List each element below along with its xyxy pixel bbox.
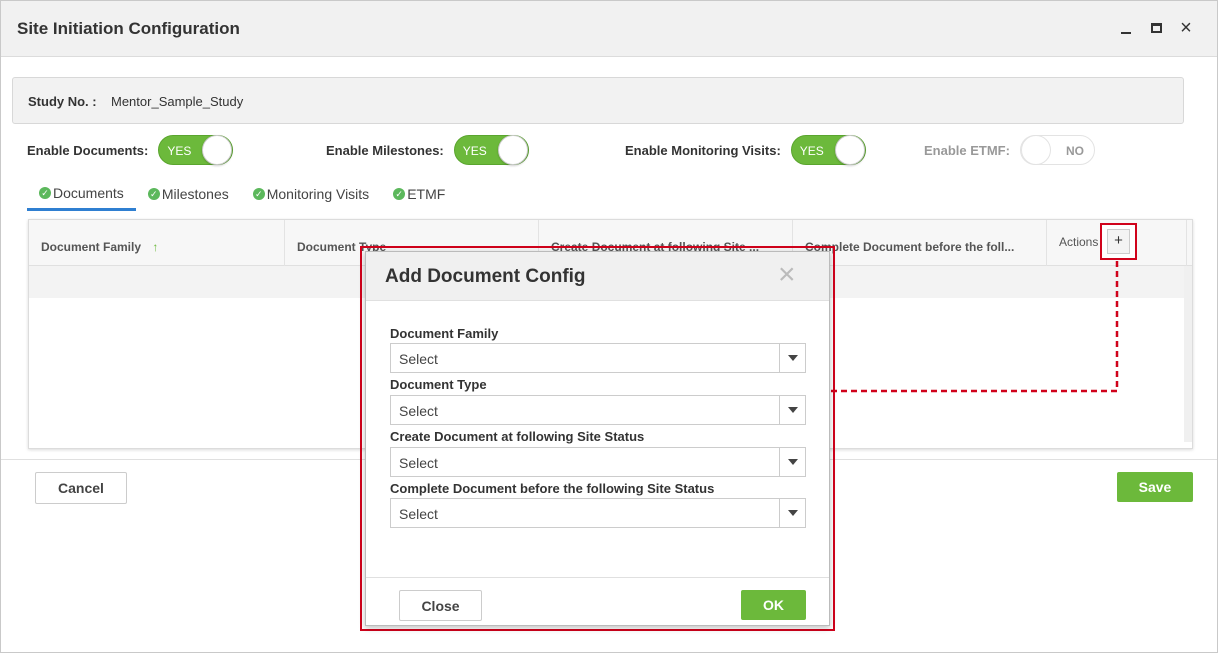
- title-bar: Site Initiation Configuration ×: [1, 1, 1217, 57]
- document-family-label: Document Family: [390, 326, 499, 341]
- dialog-footer-divider: [366, 577, 829, 578]
- complete-site-status-label: Complete Document before the following S…: [390, 481, 715, 496]
- enable-monitoring-visits-group: Enable Monitoring Visits: YES: [625, 135, 866, 165]
- tab-etmf[interactable]: ✓ ETMF: [381, 177, 457, 211]
- toggle-knob: [202, 135, 233, 165]
- vertical-scrollbar[interactable]: [1184, 266, 1192, 442]
- tab-documents[interactable]: ✓ Documents: [27, 177, 136, 211]
- enable-documents-group: Enable Documents: YES: [27, 135, 234, 165]
- minimize-button[interactable]: [1113, 15, 1139, 41]
- complete-site-status-select[interactable]: Select: [390, 498, 806, 528]
- check-circle-icon: ✓: [252, 188, 265, 200]
- dialog-close-button[interactable]: Close: [399, 590, 482, 621]
- enable-etmf-group: Enable ETMF: NO: [924, 135, 1095, 165]
- document-family-select[interactable]: Select: [390, 343, 806, 373]
- study-label: Study No. :: [28, 94, 97, 109]
- enable-etmf-label: Enable ETMF:: [924, 142, 1010, 158]
- document-type-label: Document Type: [390, 377, 487, 392]
- maximize-icon: [1150, 23, 1162, 33]
- study-info-panel: Study No. : Mentor_Sample_Study: [12, 77, 1184, 124]
- close-icon: ×: [1180, 17, 1192, 39]
- dropdown-arrow: [779, 396, 805, 424]
- toggle-state: NO: [1065, 144, 1084, 158]
- tab-label: ETMF: [407, 186, 446, 202]
- toggle-state: YES: [167, 144, 192, 158]
- toggle-state: YES: [462, 144, 487, 158]
- site-initiation-window: Site Initiation Configuration × Study No…: [0, 0, 1218, 653]
- tab-label: Monitoring Visits: [266, 186, 370, 202]
- check-circle-icon: ✓: [393, 188, 406, 200]
- tab-milestones[interactable]: ✓ Milestones: [136, 177, 241, 211]
- dialog-title: Add Document Config: [385, 266, 586, 287]
- enable-documents-toggle[interactable]: YES: [158, 135, 234, 165]
- close-icon[interactable]: ×: [778, 260, 796, 290]
- chevron-down-icon: [787, 355, 798, 361]
- window-title: Site Initiation Configuration: [17, 19, 240, 38]
- tab-monitoring-visits[interactable]: ✓ Monitoring Visits: [241, 177, 381, 211]
- tab-label: Documents: [53, 184, 124, 201]
- create-site-status-label: Create Document at following Site Status: [390, 429, 645, 444]
- add-document-button-highlight: +: [1100, 223, 1137, 260]
- enable-monitoring-visits-toggle[interactable]: YES: [790, 135, 866, 165]
- cancel-button[interactable]: Cancel: [35, 472, 127, 504]
- dialog-ok-button[interactable]: OK: [741, 590, 806, 620]
- close-window-button[interactable]: ×: [1173, 15, 1199, 41]
- enable-etmf-toggle[interactable]: NO: [1019, 135, 1095, 165]
- enable-milestones-label: Enable Milestones:: [326, 142, 444, 158]
- enable-milestones-group: Enable Milestones: YES: [326, 135, 529, 165]
- document-type-select[interactable]: Select: [390, 395, 806, 425]
- column-header-document-family[interactable]: Document Family ↑: [29, 220, 285, 266]
- enable-documents-label: Enable Documents:: [27, 142, 149, 158]
- check-circle-icon: ✓: [39, 186, 51, 199]
- column-label: Actions: [1059, 235, 1099, 249]
- toggle-knob: [1020, 135, 1051, 165]
- dropdown-arrow: [779, 344, 805, 372]
- select-value: Select: [399, 455, 438, 471]
- chevron-down-icon: [787, 407, 798, 413]
- select-value: Select: [399, 351, 438, 367]
- callout-connector: [831, 261, 1119, 393]
- chevron-down-icon: [787, 459, 798, 465]
- select-value: Select: [399, 506, 438, 522]
- column-label: Complete Document before the foll...: [805, 240, 1015, 254]
- sort-ascending-icon[interactable]: ↑: [152, 240, 158, 254]
- dropdown-arrow: [779, 499, 805, 527]
- toggle-state: YES: [799, 144, 824, 158]
- chevron-down-icon: [787, 510, 798, 516]
- column-label: Document Family: [41, 240, 142, 254]
- enable-monitoring-visits-label: Enable Monitoring Visits:: [625, 142, 781, 158]
- toggle-knob: [497, 135, 528, 165]
- tab-label: Milestones: [161, 186, 229, 202]
- toggle-knob: [834, 135, 865, 165]
- minimize-icon: [1121, 32, 1131, 34]
- study-value: Mentor_Sample_Study: [111, 94, 244, 109]
- add-document-config-dialog: Add Document Config × Document Family Se…: [365, 251, 830, 626]
- select-value: Select: [399, 403, 438, 419]
- check-circle-icon: ✓: [147, 188, 160, 200]
- add-document-button[interactable]: +: [1107, 229, 1130, 254]
- save-button[interactable]: Save: [1117, 472, 1193, 502]
- dialog-header: Add Document Config ×: [366, 252, 829, 301]
- maximize-button[interactable]: [1143, 15, 1169, 41]
- config-tabs: ✓ Documents ✓ Milestones ✓ Monitoring Vi…: [27, 177, 457, 211]
- create-site-status-select[interactable]: Select: [390, 447, 806, 477]
- dropdown-arrow: [779, 448, 805, 476]
- enable-milestones-toggle[interactable]: YES: [453, 135, 529, 165]
